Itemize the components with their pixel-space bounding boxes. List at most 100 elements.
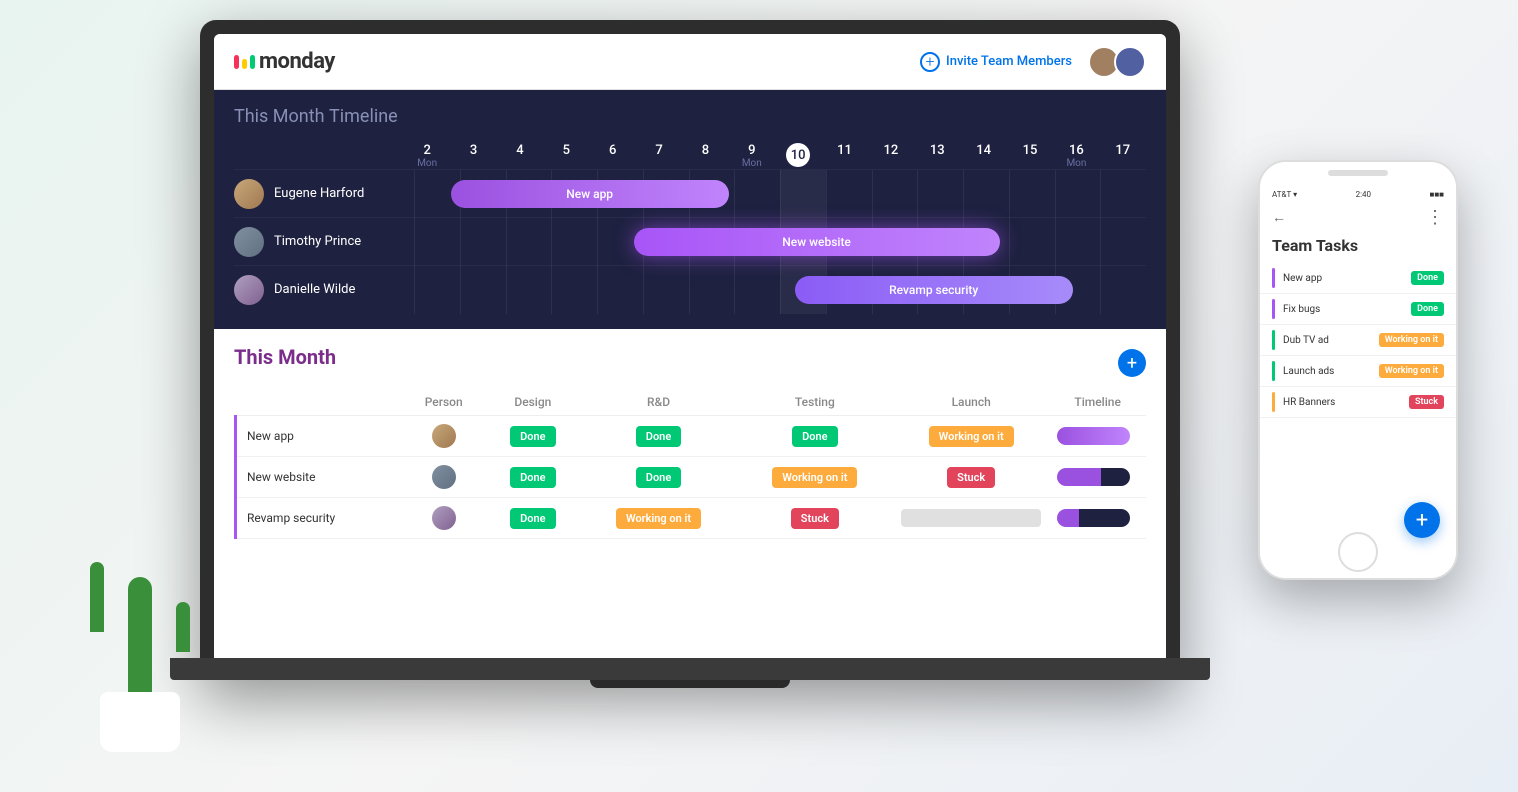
- laptop-base: [170, 658, 1210, 680]
- mini-timeline-1: [1057, 427, 1130, 445]
- laptop-screen: monday + Invite Team Members: [214, 34, 1166, 666]
- logo-bar-green: [250, 55, 255, 69]
- task-color-indicator-5: [1272, 392, 1275, 412]
- launch-cell-3: [893, 498, 1049, 539]
- table-row: New app Done Done Done Working on it: [236, 416, 1147, 457]
- avatar-group: [1088, 46, 1146, 78]
- phone-app-title: Team Tasks: [1260, 232, 1456, 263]
- task-avatar-1: [432, 424, 456, 448]
- logo: monday: [234, 49, 335, 74]
- back-icon[interactable]: ←: [1272, 209, 1286, 226]
- plus-icon: +: [920, 52, 940, 72]
- timeline-day-headers: 2 Mon 3 4 5 6 7 8 9 Mon: [404, 143, 1146, 169]
- col-testing: Testing: [737, 389, 893, 416]
- day-15: 15: [1007, 143, 1053, 169]
- logo-bar-red: [234, 55, 239, 69]
- cactus-pot: [100, 692, 180, 752]
- logo-text: monday: [259, 49, 335, 74]
- day-7: 7: [636, 143, 682, 169]
- col-task: [236, 389, 403, 416]
- timeline-row-1: Eugene Harford: [234, 169, 1146, 217]
- launch-cell-1: Working on it: [893, 416, 1049, 457]
- testing-cell-2: Working on it: [737, 457, 893, 498]
- col-design: Design: [485, 389, 580, 416]
- avatar-2: [1114, 46, 1146, 78]
- mini-timeline-3: [1057, 509, 1130, 527]
- table-row: New website Done Done Working on it Stuc…: [236, 457, 1147, 498]
- cactus-arm-right: [176, 602, 190, 652]
- phone-task-row-2: Fix bugs Done: [1260, 294, 1456, 325]
- avatar-eugene: [234, 179, 264, 209]
- design-cell-3: Done: [485, 498, 580, 539]
- day-14: 14: [961, 143, 1007, 169]
- table-title: This Month: [234, 345, 336, 369]
- laptop: monday + Invite Team Members: [200, 20, 1180, 740]
- day-8: 8: [682, 143, 728, 169]
- person-cell-2: [402, 457, 485, 498]
- phone-task-row-3: Dub TV ad Working on it: [1260, 325, 1456, 356]
- phone-task-row-5: HR Banners Stuck: [1260, 387, 1456, 418]
- col-person: Person: [402, 389, 485, 416]
- day-3: 3: [450, 143, 496, 169]
- phone-status-bar: AT&T ▾ 2:40 ■■■: [1260, 186, 1456, 203]
- design-cell-2: Done: [485, 457, 580, 498]
- logo-bar-yellow: [242, 59, 247, 69]
- table-section: This Month + Person Design R&D Testing L…: [214, 329, 1166, 555]
- person-cell-3: [402, 498, 485, 539]
- bar-new-website: New website: [634, 228, 1000, 256]
- avatar-timothy: [234, 227, 264, 257]
- phone-outer: AT&T ▾ 2:40 ■■■ ← ⋮ Team Tasks New app D…: [1258, 160, 1458, 580]
- timeline-grid-3: Revamp security: [414, 266, 1146, 314]
- person-timothy: Timothy Prince: [234, 227, 414, 257]
- person-danielle: Danielle Wilde: [234, 275, 414, 305]
- mini-timeline-2: [1057, 468, 1130, 486]
- task-name-1: New app: [236, 416, 403, 457]
- phone: AT&T ▾ 2:40 ■■■ ← ⋮ Team Tasks New app D…: [1258, 160, 1458, 580]
- timeline-cell-1: [1049, 416, 1146, 457]
- avatar-danielle: [234, 275, 264, 305]
- rd-cell-1: Done: [580, 416, 736, 457]
- phone-home-button[interactable]: [1338, 532, 1378, 572]
- tasks-table: Person Design R&D Testing Launch Timelin…: [234, 389, 1146, 539]
- day-11: 11: [821, 143, 867, 169]
- phone-task-row-4: Launch ads Working on it: [1260, 356, 1456, 387]
- rd-cell-2: Done: [580, 457, 736, 498]
- task-color-indicator-2: [1272, 299, 1275, 319]
- testing-cell-1: Done: [737, 416, 893, 457]
- phone-fab-button[interactable]: +: [1404, 502, 1440, 538]
- task-color-indicator-3: [1272, 330, 1275, 350]
- phone-nav: ← ⋮: [1260, 203, 1456, 232]
- phone-notch: [1328, 170, 1388, 176]
- launch-cell-2: Stuck: [893, 457, 1049, 498]
- person-eugene: Eugene Harford: [234, 179, 414, 209]
- day-6: 6: [590, 143, 636, 169]
- timeline-row-2: Timothy Prince: [234, 217, 1146, 265]
- task-avatar-3: [432, 506, 456, 530]
- timeline-section: This Month Timeline 2 Mon 3 4 5 6 7: [214, 90, 1166, 329]
- task-name-2: New website: [236, 457, 403, 498]
- day-5: 5: [543, 143, 589, 169]
- add-column-button[interactable]: +: [1118, 349, 1146, 377]
- day-4: 4: [497, 143, 543, 169]
- task-name-3: Revamp security: [236, 498, 403, 539]
- day-10: 10: [775, 143, 821, 169]
- col-timeline: Timeline: [1049, 389, 1146, 416]
- timeline-cell-3: [1049, 498, 1146, 539]
- invite-button[interactable]: + Invite Team Members: [920, 52, 1072, 72]
- task-color-indicator-1: [1272, 268, 1275, 288]
- cactus-arm-left: [90, 562, 104, 632]
- logo-bars: [234, 55, 255, 69]
- day-12: 12: [868, 143, 914, 169]
- timeline-grid-2: New website: [414, 218, 1146, 266]
- app-header: monday + Invite Team Members: [214, 34, 1166, 90]
- menu-icon[interactable]: ⋮: [1426, 207, 1444, 228]
- scene: monday + Invite Team Members: [0, 0, 1518, 792]
- rd-cell-3: Working on it: [580, 498, 736, 539]
- header-right: + Invite Team Members: [920, 46, 1146, 78]
- day-16: 16 Mon: [1053, 143, 1099, 169]
- timeline-cell-2: [1049, 457, 1146, 498]
- day-2: 2 Mon: [404, 143, 450, 169]
- timeline-title: This Month Timeline: [234, 106, 1146, 127]
- phone-screen: AT&T ▾ 2:40 ■■■ ← ⋮ Team Tasks New app D…: [1260, 162, 1456, 578]
- day-9: 9 Mon: [729, 143, 775, 169]
